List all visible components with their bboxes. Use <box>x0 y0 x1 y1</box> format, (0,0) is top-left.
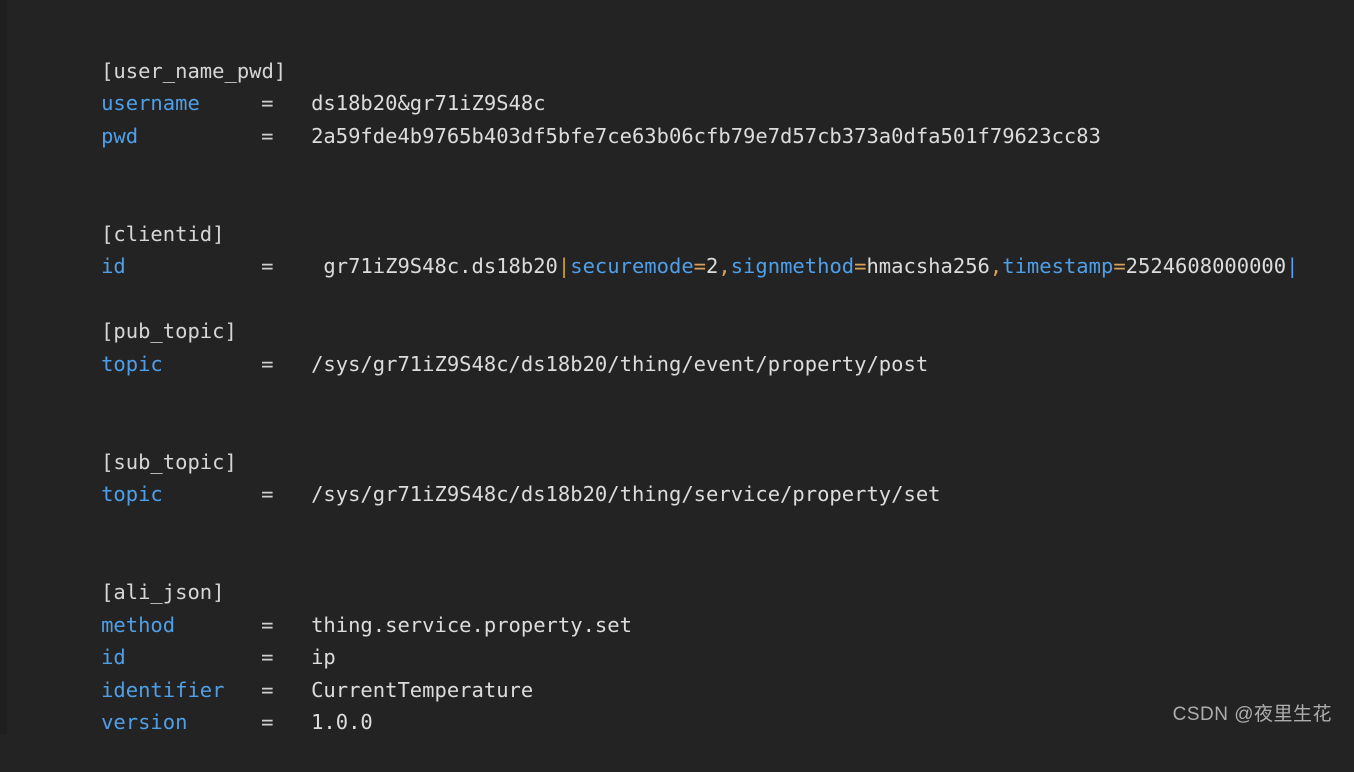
section-header-pub-topic: [pub_topic] <box>0 283 1354 343</box>
text-cursor: | <box>1286 254 1299 279</box>
config-key-id: id <box>101 645 126 670</box>
config-key-topic: topic <box>101 351 163 376</box>
equals-sign: = <box>261 123 274 148</box>
equals-sign: = <box>261 710 274 735</box>
csdn-watermark: CSDN @夜里生花 <box>1172 704 1332 725</box>
config-value-id[interactable]: ip <box>311 645 336 669</box>
equals-sign: = <box>261 645 274 670</box>
equals-sign: = <box>261 91 274 116</box>
config-key-identifier: identifier <box>101 677 225 702</box>
equals-sign: = <box>261 482 274 507</box>
section-header-text: [pub_topic] <box>101 319 237 344</box>
clientid-param-timestamp-value[interactable]: 2524608000000 <box>1126 254 1286 278</box>
clientid-param-securemode-value[interactable]: 2 <box>706 254 718 278</box>
config-key-topic: topic <box>101 482 163 507</box>
config-value-identifier[interactable]: CurrentTemperature <box>311 678 533 702</box>
clientid-pipe-separator: | <box>557 254 571 279</box>
equals-sign: = <box>261 254 274 279</box>
config-value-method[interactable]: thing.service.property.set <box>311 613 632 637</box>
config-value-version[interactable]: 1.0.0 <box>311 710 373 734</box>
section-header-text: [user_name_pwd] <box>101 58 287 83</box>
section-header-text: [sub_topic] <box>101 449 237 474</box>
config-value-sub-topic[interactable]: /sys/gr71iZ9S48c/ds18b20/thing/service/p… <box>311 482 940 506</box>
section-header-text: [clientid] <box>101 221 225 246</box>
equals-sign: = <box>261 612 274 637</box>
config-key-version: version <box>101 710 188 735</box>
config-key-pwd: pwd <box>101 123 139 148</box>
clientid-base[interactable]: gr71iZ9S48c.ds18b20 <box>311 254 558 278</box>
comma-separator: , <box>718 254 731 279</box>
code-content[interactable]: [user_name_pwd] username = ds18b20&gr71iZ9… <box>0 22 1354 735</box>
code-editor-surface[interactable]: [user_name_pwd] username = ds18b20&gr71iZ9… <box>0 0 1354 734</box>
clientid-param-signmethod-value[interactable]: hmacsha256 <box>866 254 989 278</box>
equals-sign: = <box>261 677 274 702</box>
config-key-username: username <box>101 91 200 116</box>
assign-operator: = <box>693 254 707 279</box>
assign-operator: = <box>1113 254 1126 279</box>
config-key-id: id <box>101 254 126 279</box>
section-header-sub-topic: [sub_topic] <box>0 413 1354 474</box>
clientid-param-timestamp-name: timestamp <box>1002 254 1114 279</box>
section-header-clientid: [clientid] <box>0 185 1354 246</box>
equals-sign: = <box>261 351 274 376</box>
section-header-text: [ali_json] <box>101 580 225 605</box>
clientid-param-signmethod-name: signmethod <box>730 254 855 279</box>
assign-operator: = <box>854 254 867 279</box>
config-value-username[interactable]: ds18b20&gr71iZ9S48c <box>311 91 546 115</box>
clientid-param-securemode-name: securemode <box>570 254 694 279</box>
section-header-user-name-pwd: [user_name_pwd] <box>0 22 1354 83</box>
config-key-method: method <box>101 612 176 637</box>
section-header-ali-json: [ali_json] <box>0 544 1354 604</box>
config-value-pwd[interactable]: 2a59fde4b9765b403df5bfe7ce63b06cfb79e7d5… <box>311 124 1101 148</box>
config-value-pub-topic[interactable]: /sys/gr71iZ9S48c/ds18b20/thing/event/pro… <box>311 352 928 376</box>
comma-separator: , <box>989 254 1003 279</box>
